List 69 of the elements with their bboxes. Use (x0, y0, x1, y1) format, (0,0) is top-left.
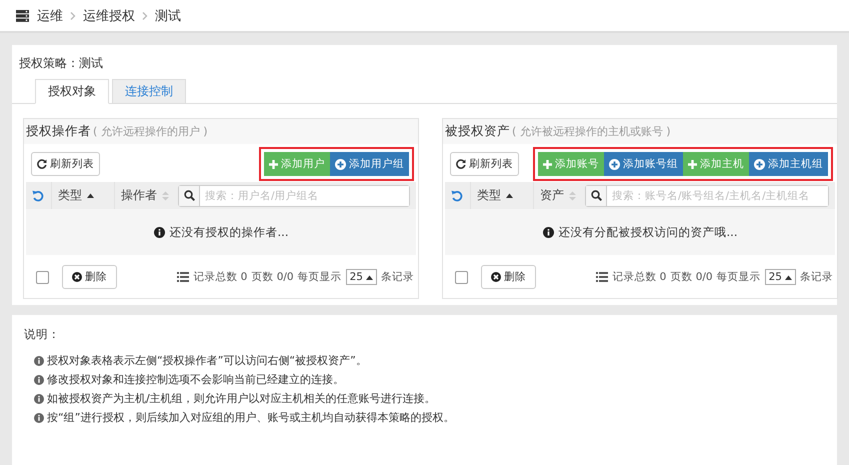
search-field[interactable]: 搜索：账号名/账号组名/主机名/主机组名 (585, 184, 829, 206)
plus-circle-icon (609, 158, 620, 170)
search-field[interactable]: 搜索：用户名/用户组名 (178, 184, 410, 206)
caret-up-icon (785, 274, 792, 280)
plus-icon (688, 160, 697, 168)
note-text: 按“组”进行授权，则后续加入对应组的用户、账号或主机均自动获得本策略的授权。 (47, 410, 454, 426)
policy-title: 授权策略：测试 (18, 55, 104, 72)
info-icon (34, 356, 44, 366)
info-icon (34, 394, 44, 404)
page-size-select[interactable]: 25 (346, 269, 377, 285)
page-size-select[interactable]: 25 (764, 269, 796, 285)
server-icon (16, 10, 29, 22)
empty-message: 还没有授权的操作者... (170, 224, 288, 240)
breadcrumb-item[interactable]: 运维 (37, 6, 63, 24)
panel-subtitle: ( 允许远程操作的用户 ) (93, 125, 208, 138)
select-all-checkbox[interactable] (36, 270, 49, 284)
empty-message: 还没有分配被授权访问的资产哦... (558, 224, 738, 240)
add-group-button[interactable]: 添加用户组 (330, 152, 409, 176)
page-size-label: 每页显示 (298, 270, 342, 284)
info-icon (542, 226, 554, 238)
panel-title: 被授权资产 (445, 123, 510, 138)
list-icon (177, 272, 190, 282)
refresh-button[interactable]: 刷新列表 (450, 152, 519, 176)
chevron-icon (70, 12, 76, 20)
breadcrumb-item[interactable]: 运维授权 (83, 6, 135, 24)
page-size-label: 每页显示 (716, 270, 761, 284)
column-header[interactable]: 类型 (58, 187, 82, 204)
refresh-button[interactable]: 刷新列表 (31, 152, 100, 176)
plus-circle-icon (335, 158, 346, 170)
add-group-button[interactable]: 添加主机组 (749, 152, 828, 176)
refresh-icon (456, 159, 466, 169)
record-total: 记录总数 0 (612, 270, 666, 284)
column-header[interactable]: 资产 (540, 187, 564, 204)
note-text: 修改授权对象和连接控制选项不会影响当前已经建立的连接。 (47, 372, 344, 388)
close-circle-icon (72, 272, 82, 282)
close-circle-icon (491, 272, 501, 282)
info-icon (154, 226, 165, 238)
plus-icon (543, 160, 552, 168)
panel-title: 授权操作者 (26, 123, 91, 138)
record-total: 记录总数 0 (193, 270, 248, 284)
caret-up-icon (366, 274, 373, 280)
note-text: 授权对象表格表示左侧“授权操作者”可以访问右侧“被授权资产”。 (47, 353, 367, 369)
undo-icon[interactable] (451, 190, 463, 202)
chevron-icon (142, 12, 148, 20)
tab[interactable]: 授权对象 (35, 79, 109, 104)
undo-icon[interactable] (32, 190, 44, 202)
info-icon (34, 374, 44, 384)
breadcrumb-item: 测试 (155, 8, 181, 24)
refresh-icon (37, 159, 47, 169)
plus-circle-icon (754, 158, 765, 170)
add-group-button[interactable]: 添加账号组 (604, 152, 683, 176)
tab[interactable]: 连接控制 (112, 79, 186, 104)
info-icon (34, 412, 44, 422)
delete-button[interactable]: 删除 (481, 265, 536, 289)
column-header[interactable]: 操作者 (121, 187, 157, 204)
panel-subtitle: ( 允许被远程操作的主机或账号 ) (512, 125, 671, 138)
search-icon (590, 190, 602, 201)
list-icon (596, 272, 608, 282)
page-count: 页数 0/0 (670, 270, 713, 284)
page-size-suffix: 条记录 (800, 270, 833, 284)
delete-button[interactable]: 删除 (62, 265, 117, 289)
page-size-suffix: 条记录 (381, 270, 414, 284)
search-icon (184, 190, 194, 201)
column-header[interactable]: 类型 (477, 187, 501, 204)
select-all-checkbox[interactable] (455, 270, 468, 284)
note-text: 如被授权资产为主机/主机组，则允许用户以对应主机相关的任意账号进行连接。 (47, 391, 436, 407)
page-count: 页数 0/0 (251, 270, 294, 284)
notes-title: 说明： (24, 327, 61, 342)
plus-icon (269, 160, 278, 168)
